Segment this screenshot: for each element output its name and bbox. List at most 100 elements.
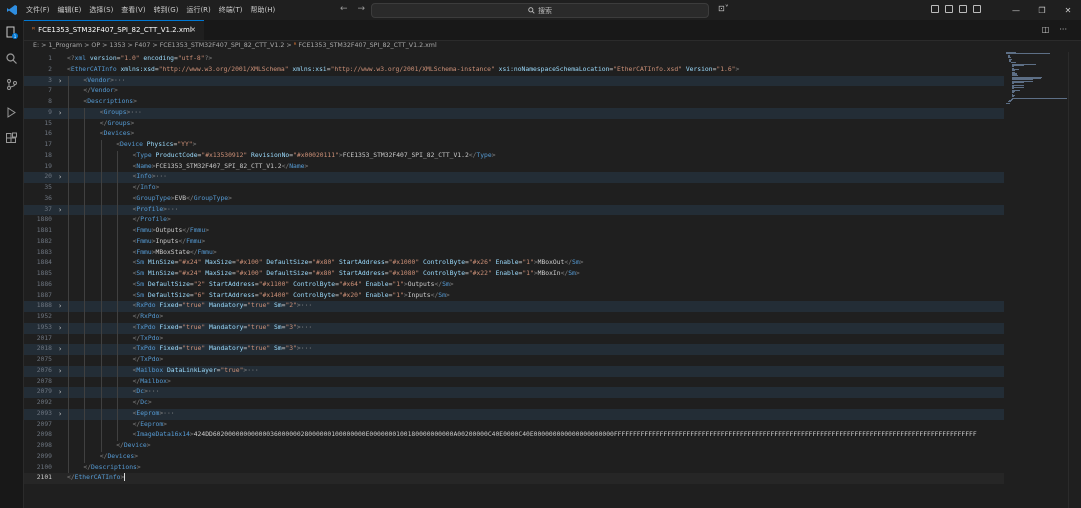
- indent-guide: [100, 140, 102, 151]
- fold-chevron-icon[interactable]: ›: [58, 301, 62, 312]
- code-line[interactable]: 19 <Name>FCE1353_STM32F407_SPI_82_CTT_V1.…: [24, 161, 1004, 173]
- code-line[interactable]: 1952 </RxPdo>: [24, 312, 1004, 323]
- explorer-files-icon[interactable]: 1: [5, 26, 18, 39]
- code-line[interactable]: 2076 › <Mailbox DataLinkLayer="true">···: [24, 365, 1004, 377]
- toggle-primary-sidebar-icon[interactable]: [945, 5, 953, 13]
- fold-chevron-icon[interactable]: ›: [58, 76, 62, 87]
- copilot-icon[interactable]: ⊡˅: [718, 4, 729, 13]
- code-line[interactable]: 20 › <Info>···: [24, 172, 1004, 183]
- code-line[interactable]: 2100 </Descriptions>: [24, 462, 1004, 474]
- command-center-search[interactable]: 搜索: [371, 3, 709, 18]
- code-line[interactable]: 2099 </Devices>: [24, 451, 1004, 463]
- code-line[interactable]: 2079 › <Dc>···: [24, 387, 1004, 398]
- customize-layout-icon[interactable]: [931, 5, 939, 13]
- menu-help[interactable]: 帮助(H): [247, 0, 280, 20]
- restore-icon[interactable]: ❐: [1029, 0, 1055, 20]
- more-actions-icon[interactable]: ···: [1059, 25, 1067, 34]
- fold-chevron-icon[interactable]: ›: [58, 387, 62, 398]
- line-number: 2100: [36, 463, 52, 471]
- fold-chevron-icon[interactable]: ›: [58, 366, 62, 377]
- close-tab-icon[interactable]: ✕: [190, 21, 196, 40]
- forward-arrow-icon[interactable]: →: [358, 4, 366, 14]
- code-line[interactable]: 35 </Info>: [24, 183, 1004, 194]
- menu-terminal[interactable]: 终端(T): [215, 0, 247, 20]
- code-line[interactable]: 1884 <Sm MinSize="#x24" MaxSize="#x100" D…: [24, 258, 1004, 269]
- close-window-icon[interactable]: ✕: [1055, 0, 1081, 20]
- split-editor-icon[interactable]: ◫: [1042, 25, 1050, 34]
- code-line[interactable]: 2093 › <Eeprom>···: [24, 408, 1004, 420]
- menu-view[interactable]: 查看(V): [117, 0, 149, 20]
- fold-chevron-icon[interactable]: ›: [58, 108, 62, 119]
- toggle-panel-icon[interactable]: [959, 5, 967, 13]
- code-line[interactable]: 1885 <Sm MinSize="#x24" MaxSize="#x100" D…: [24, 269, 1004, 280]
- breadcrumb-drive[interactable]: E: > 1_Program: [33, 42, 82, 49]
- code-line[interactable]: 2101 </EtherCATInfo>: [24, 473, 1004, 484]
- code-line[interactable]: 37 › <Profile>···: [24, 204, 1004, 216]
- code-line[interactable]: 1888 › <RxPdo Fixed="true" Mandatory="true…: [24, 301, 1004, 312]
- code-line[interactable]: 1887 <Sm DefaultSize="6" StartAddress="#x…: [24, 290, 1004, 302]
- code-line[interactable]: 2098 <ImageData16x14>424DD602000000000000…: [24, 430, 1004, 441]
- indent-guide: [68, 107, 69, 119]
- menu-selection[interactable]: 选择(S): [85, 0, 117, 20]
- code-line[interactable]: 1 <?xml version="1.0" encoding="utf-8"?>: [24, 54, 1004, 65]
- code-line[interactable]: 1880 </Profile>: [24, 215, 1004, 226]
- menu-run[interactable]: 运行(R): [182, 0, 214, 20]
- code-line[interactable]: 2098 </Device>: [24, 441, 1004, 452]
- minimap[interactable]: [1006, 52, 1068, 104]
- fold-chevron-icon[interactable]: ›: [58, 409, 62, 420]
- line-number: 1953: [36, 323, 52, 331]
- menu-go[interactable]: 转到(G): [150, 0, 183, 20]
- indent-guide: [68, 236, 69, 248]
- code-line[interactable]: 2018 › <TxPdo Fixed="true" Mandatory="true…: [24, 344, 1004, 355]
- code-line[interactable]: 1953 › <TxPdo Fixed="true" Mandatory="true…: [24, 322, 1004, 334]
- breadcrumb-f407[interactable]: F407: [135, 42, 151, 49]
- code-line[interactable]: 8 <Descriptions>: [24, 97, 1004, 108]
- breadcrumb-file[interactable]: FCE1353_STM32F407_SPI_82_CTT_V1.2.xml: [298, 42, 436, 49]
- code-line[interactable]: 17 <Device Physics="YY">: [24, 140, 1004, 151]
- code-line[interactable]: 2017 </TxPdo>: [24, 333, 1004, 345]
- code-line[interactable]: 2075 </TxPdo>: [24, 355, 1004, 366]
- code-line[interactable]: 9 › <Groups>···: [24, 107, 1004, 119]
- tab-xml-file[interactable]: ᴿ FCE1353_STM32F407_SPI_82_CTT_V1.2.xml ✕: [24, 20, 204, 40]
- code-line[interactable]: 18 <Type ProductCode="#x13530912" Revisio…: [24, 150, 1004, 162]
- code-line[interactable]: 1883 <Fmmu>MBoxState</Fmmu>: [24, 247, 1004, 259]
- code-line[interactable]: 1882 <Fmmu>Inputs</Fmmu>: [24, 236, 1004, 248]
- code-text: </Device>: [116, 442, 151, 449]
- code-line[interactable]: 15 </Groups>: [24, 118, 1004, 130]
- code-editor[interactable]: 1 <?xml version="1.0" encoding="utf-8"?> 2…: [24, 52, 1004, 508]
- code-line[interactable]: 1881 <Fmmu>Outputs</Fmmu>: [24, 226, 1004, 237]
- line-number: 7: [48, 87, 52, 95]
- run-debug-icon[interactable]: [5, 106, 18, 119]
- code-line[interactable]: 2 <EtherCATInfo xmlns:xsd="http://www.w3.…: [24, 65, 1004, 76]
- indent-guide: [84, 312, 86, 323]
- vertical-scrollbar[interactable]: [1068, 52, 1079, 508]
- extensions-icon[interactable]: [5, 132, 18, 145]
- line-number: 2093: [36, 409, 52, 417]
- fold-chevron-icon[interactable]: ›: [58, 344, 62, 355]
- code-line[interactable]: 3 › <Vendor>···: [24, 75, 1004, 87]
- minimap-row: [1012, 97, 1068, 99]
- toggle-secondary-sidebar-icon[interactable]: [973, 5, 981, 13]
- fold-chevron-icon[interactable]: ›: [58, 323, 62, 334]
- code-line[interactable]: 2078 </Mailbox>: [24, 376, 1004, 388]
- menu-file[interactable]: 文件(F): [22, 0, 54, 20]
- code-line[interactable]: 2097 </Eeprom>: [24, 419, 1004, 431]
- breadcrumb-1353[interactable]: 1353: [109, 42, 125, 49]
- code-line[interactable]: 2092 </Dc>: [24, 398, 1004, 409]
- code-line[interactable]: 16 <Devices>: [24, 129, 1004, 140]
- indent-guide: [84, 408, 86, 420]
- layout-controls: [931, 5, 981, 13]
- breadcrumb-folder[interactable]: FCE1353_STM32F407_SPI_82_CTT_V1.2: [160, 42, 285, 49]
- code-line[interactable]: 7 </Vendor>: [24, 86, 1004, 97]
- search-view-icon[interactable]: [5, 52, 18, 65]
- fold-chevron-icon[interactable]: ›: [58, 205, 62, 216]
- fold-chevron-icon[interactable]: ›: [58, 172, 62, 183]
- code-line[interactable]: 36 <GroupType>EVB</GroupType>: [24, 193, 1004, 205]
- minimize-icon[interactable]: —: [1003, 0, 1029, 20]
- menu-edit[interactable]: 编辑(E): [54, 0, 86, 20]
- code-text: <Sm DefaultSize="6" StartAddress="#x1400…: [132, 291, 450, 299]
- breadcrumb-op[interactable]: OP: [91, 42, 100, 49]
- back-arrow-icon[interactable]: ←: [340, 4, 348, 14]
- source-control-icon[interactable]: [5, 78, 18, 91]
- code-line[interactable]: 1886 <Sm DefaultSize="2" StartAddress="#x…: [24, 279, 1004, 291]
